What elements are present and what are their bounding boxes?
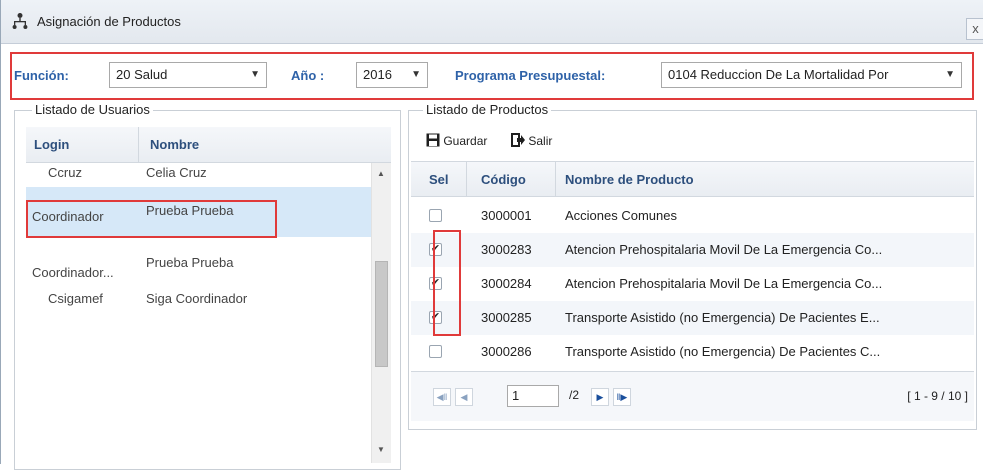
- column-header-nombre-producto[interactable]: Nombre de Producto: [565, 162, 694, 196]
- column-divider: [555, 162, 556, 196]
- users-scrollbar[interactable]: ▲ ▼: [371, 163, 391, 463]
- previous-page-icon[interactable]: ◀: [455, 388, 473, 406]
- exit-icon: [511, 133, 525, 150]
- window-title: Asignación de Productos: [37, 14, 181, 29]
- table-row[interactable]: ✔ 3000285 Transporte Asistido (no Emergenc…: [411, 301, 974, 335]
- user-nombre: Celia Cruz: [146, 165, 207, 180]
- product-nombre: Atencion Prehospitalaria Movil De La Eme…: [565, 242, 883, 257]
- funcion-value: 20 Salud: [116, 67, 168, 82]
- table-row[interactable]: Ccruz Celia Cruz: [26, 163, 386, 187]
- checkbox-unchecked[interactable]: [429, 209, 442, 222]
- close-button[interactable]: x: [966, 18, 983, 40]
- product-nombre: Acciones Comunes: [565, 208, 677, 223]
- products-grid-header: Sel Código Nombre de Producto: [411, 161, 974, 197]
- save-button[interactable]: Guardar: [426, 133, 487, 150]
- anio-value: 2016: [363, 67, 392, 82]
- table-row[interactable]: 3000001 Acciones Comunes: [411, 199, 974, 233]
- column-divider: [138, 127, 139, 162]
- user-nombre: Prueba Prueba: [146, 255, 234, 270]
- product-nombre: Transporte Asistido (no Emergencia) De P…: [565, 344, 881, 359]
- chevron-down-icon: ▼: [250, 69, 260, 80]
- programa-select[interactable]: 0104 Reduccion De La Mortalidad Por ▼: [661, 62, 962, 88]
- products-panel-legend: Listado de Productos: [423, 102, 552, 117]
- selected-user-highlight: [26, 200, 277, 238]
- product-codigo: 3000284: [481, 276, 532, 291]
- chevron-down-icon: ▼: [411, 69, 421, 80]
- product-codigo: 3000001: [481, 208, 532, 223]
- user-nombre: Siga Coordinador: [146, 291, 248, 306]
- dialog-window: Asignación de Productos x Función: 20 Sa…: [0, 0, 983, 470]
- user-login: Coordinador...: [32, 265, 114, 280]
- product-codigo: 3000285: [481, 310, 532, 325]
- exit-button[interactable]: Salir: [511, 133, 552, 150]
- last-page-icon[interactable]: ‖▶: [613, 388, 631, 406]
- column-header-sel[interactable]: Sel: [429, 162, 449, 196]
- first-page-icon[interactable]: ◀‖: [433, 388, 451, 406]
- table-row[interactable]: 3000286 Transporte Asistido (no Emergenci…: [411, 335, 974, 369]
- pagination-bar: ◀‖ ◀ 1 /2 ▶ ‖▶ [ 1 - 9 / 10 ]: [411, 371, 974, 421]
- table-row[interactable]: Csigamef Siga Coordinador: [26, 291, 386, 315]
- table-row[interactable]: Coordinador... Prueba Prueba: [26, 237, 386, 291]
- selected-products-highlight: [433, 230, 461, 336]
- scroll-down-icon[interactable]: ▼: [377, 445, 385, 454]
- programa-value: 0104 Reduccion De La Mortalidad Por: [668, 67, 889, 82]
- next-page-icon[interactable]: ▶: [591, 388, 609, 406]
- filter-bar: Función: 20 Salud ▼ Año : 2016 ▼ Program…: [10, 52, 974, 100]
- exit-label: Salir: [528, 134, 553, 148]
- scrollbar-thumb[interactable]: [375, 261, 388, 367]
- column-header-login[interactable]: Login: [34, 127, 69, 162]
- funcion-label: Función:: [14, 68, 69, 83]
- anio-label: Año :: [291, 68, 325, 83]
- column-header-codigo[interactable]: Código: [481, 162, 526, 196]
- table-row[interactable]: ✔ 3000283 Atencion Prehospitalaria Movil D…: [411, 233, 974, 267]
- product-nombre: Transporte Asistido (no Emergencia) De P…: [565, 310, 880, 325]
- chevron-down-icon: ▼: [945, 69, 955, 80]
- table-row[interactable]: ✔ 3000284 Atencion Prehospitalaria Movil D…: [411, 267, 974, 301]
- product-codigo: 3000283: [481, 242, 532, 257]
- column-header-nombre[interactable]: Nombre: [150, 127, 199, 162]
- checkbox-unchecked[interactable]: [429, 345, 442, 358]
- scroll-up-icon[interactable]: ▲: [377, 169, 385, 178]
- product-nombre: Atencion Prehospitalaria Movil De La Eme…: [565, 276, 883, 291]
- users-hierarchy-icon: [11, 12, 29, 30]
- save-label: Guardar: [443, 134, 488, 148]
- users-panel-legend: Listado de Usuarios: [32, 102, 153, 117]
- pager-summary: [ 1 - 9 / 10 ]: [907, 389, 968, 403]
- column-divider: [466, 162, 467, 196]
- page-number-input[interactable]: 1: [507, 385, 559, 407]
- programa-label: Programa Presupuestal:: [455, 68, 606, 83]
- user-login: Ccruz: [48, 165, 82, 180]
- save-icon: [426, 133, 440, 150]
- title-bar: Asignación de Productos x: [1, 0, 983, 44]
- funcion-select[interactable]: 20 Salud ▼: [109, 62, 267, 88]
- product-codigo: 3000286: [481, 344, 532, 359]
- users-grid-header: Login Nombre: [26, 127, 391, 163]
- user-login: Csigamef: [48, 291, 103, 306]
- total-pages: /2: [569, 388, 580, 402]
- anio-select[interactable]: 2016 ▼: [356, 62, 428, 88]
